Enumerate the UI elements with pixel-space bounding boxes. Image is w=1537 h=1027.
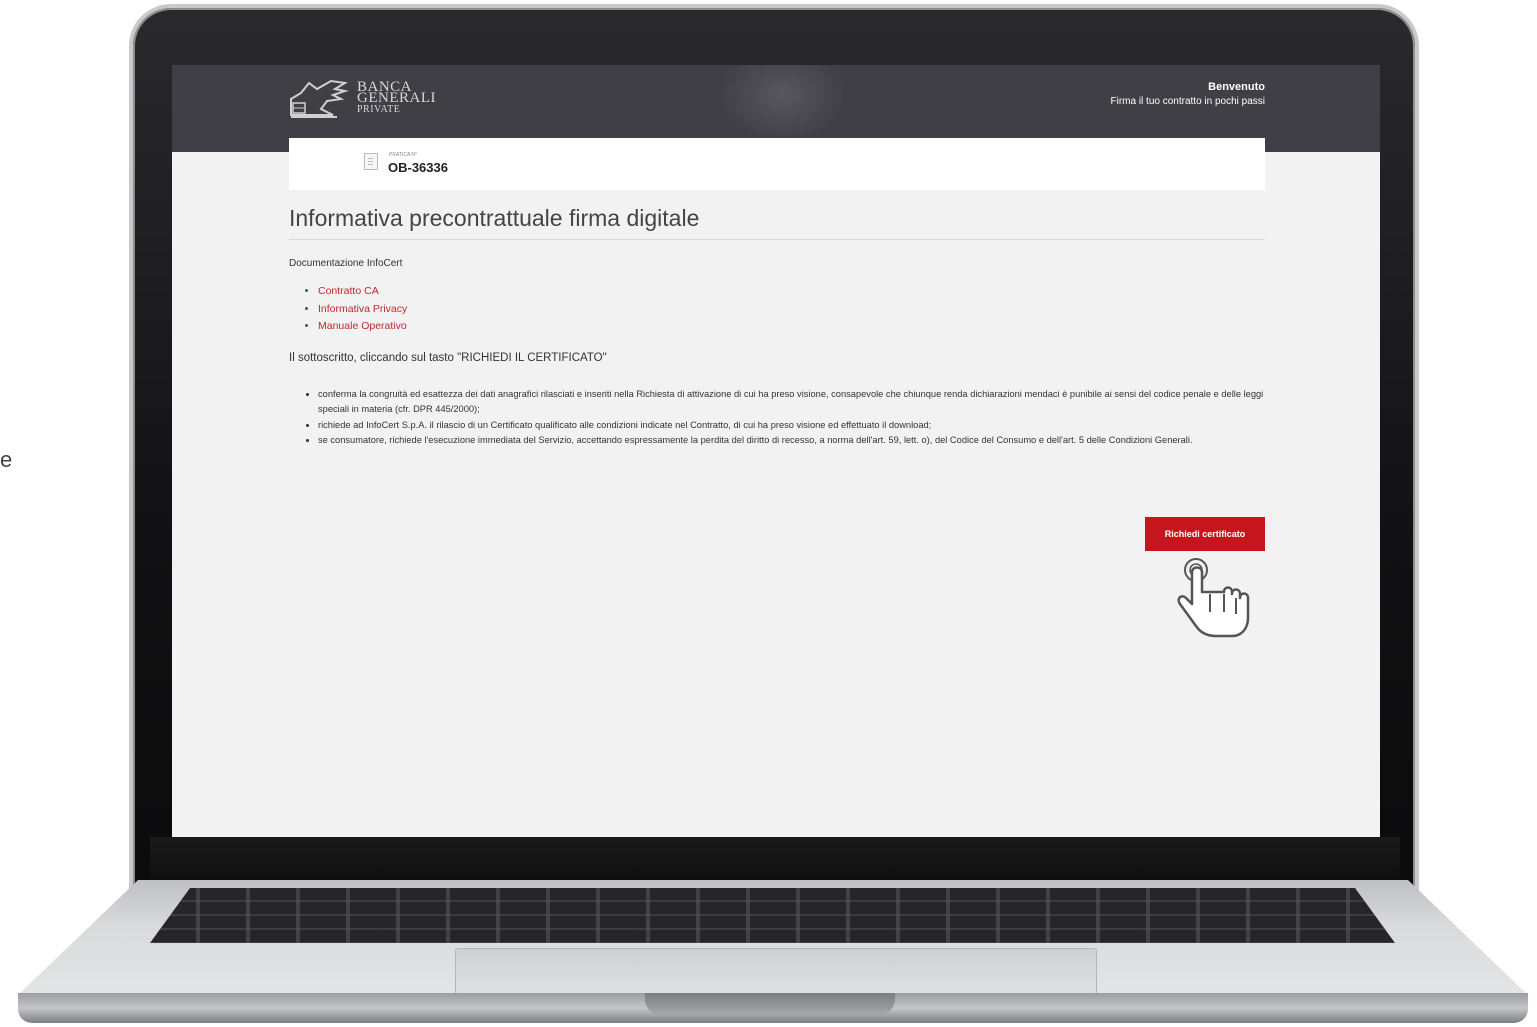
main-content: Informativa precontrattuale firma digita… — [289, 205, 1265, 449]
intro-statement: Il sottoscritto, cliccando sul tasto "RI… — [289, 351, 607, 364]
cropped-side-text: e — [0, 447, 13, 472]
laptop-trackpad — [455, 948, 1097, 995]
lion-background-icon — [722, 65, 842, 140]
condition-item: se consumatore, richiede l'esecuzione im… — [318, 433, 1265, 449]
list-item: Contratto CA — [318, 283, 1265, 301]
welcome-title: Benvenuto — [1208, 81, 1265, 93]
brand-logo[interactable]: BANCA GENERALI PRIVATE — [287, 77, 436, 119]
condition-item: richiede ad InfoCert S.p.A. il rilascio … — [318, 418, 1265, 434]
pratica-number: OB-36336 — [388, 160, 448, 175]
pratica-card: PRATICA N° OB-36336 — [289, 138, 1265, 190]
logo-lion-icon — [290, 79, 349, 118]
logo-wordmark: BANCA GENERALI PRIVATE — [357, 79, 436, 115]
link-informativa-privacy[interactable]: Informativa Privacy — [318, 303, 407, 315]
tap-hand-icon — [1177, 558, 1250, 638]
browser-screen: BANCA GENERALI PRIVATE Benvenuto Firma i… — [172, 65, 1380, 837]
document-icon — [364, 153, 378, 170]
conditions-list: conferma la congruità ed esattezza dei d… — [289, 387, 1265, 449]
welcome-subtitle: Firma il tuo contratto in pochi passi — [1110, 96, 1265, 107]
logo-line-generali: GENERALI — [357, 89, 436, 106]
page-title: Informativa precontrattuale firma digita… — [289, 205, 1265, 240]
welcome-block: Benvenuto Firma il tuo contratto in poch… — [1110, 81, 1265, 107]
laptop-bezel — [150, 837, 1400, 885]
pratica-label: PRATICA N° — [389, 152, 418, 158]
request-certificate-button[interactable]: Richiedi certificato — [1145, 517, 1265, 551]
link-manuale-operativo[interactable]: Manuale Operativo — [318, 320, 407, 332]
documentation-heading: Documentazione InfoCert — [289, 258, 403, 269]
list-item: Manuale Operativo — [318, 318, 1265, 336]
laptop-notch — [645, 993, 895, 1015]
list-item: Informativa Privacy — [318, 301, 1265, 319]
laptop-keyboard-rows — [150, 888, 1395, 943]
documentation-links: Contratto CA Informativa Privacy Manuale… — [289, 283, 1265, 336]
link-contratto-ca[interactable]: Contratto CA — [318, 285, 379, 297]
condition-item: conferma la congruità ed esattezza dei d… — [318, 387, 1265, 418]
